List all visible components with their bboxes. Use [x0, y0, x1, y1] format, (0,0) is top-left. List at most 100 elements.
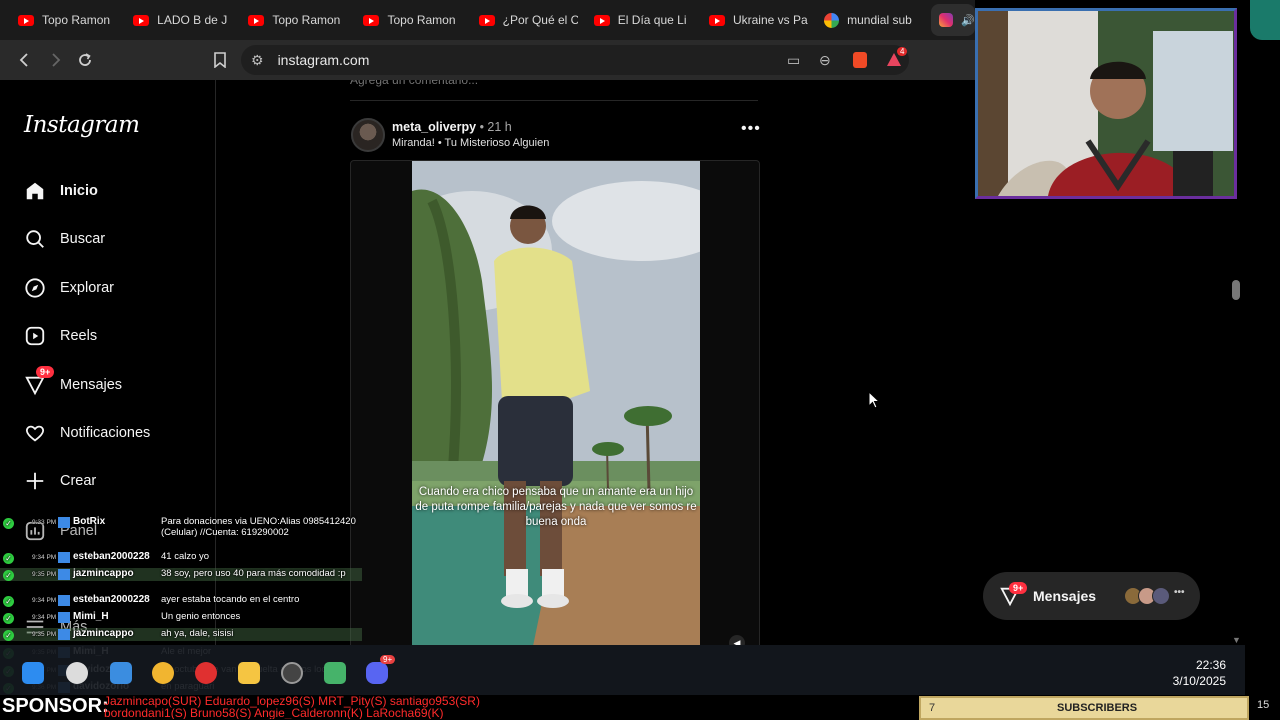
- post-username-line: meta_oliverpy • 21 h: [392, 120, 512, 134]
- chat-username: Mimi_H: [73, 611, 109, 622]
- youtube-icon: [708, 14, 725, 26]
- rewards-badge: 4: [897, 47, 908, 56]
- nav-item-inicio[interactable]: Inicio: [24, 177, 98, 205]
- start-icon[interactable]: [22, 662, 44, 684]
- chat-username: esteban2000228: [73, 594, 150, 605]
- check-icon: ✓: [3, 570, 14, 581]
- reel-video[interactable]: Cuando era chico pensaba que un amante e…: [412, 161, 700, 645]
- tab-strip: Topo Ramon LADO B de J Topo Ramon Topo R…: [0, 0, 976, 40]
- chat-message: ✓ 9:35 PM jazmincappo 38 soy, pero uso 40 p…: [0, 568, 362, 581]
- browser-tab-active[interactable]: 🔊: [931, 4, 976, 36]
- check-icon: ✓: [3, 613, 14, 624]
- messages-badge: 9+: [36, 366, 55, 378]
- chat-message: ✓ 9:34 PM esteban2000228 41 calzo yo: [0, 551, 362, 564]
- more-options-icon[interactable]: •••: [741, 120, 761, 138]
- nav-item-crear[interactable]: Crear: [24, 467, 96, 495]
- browser-tab[interactable]: El Día que Li: [586, 4, 701, 36]
- system-clock[interactable]: 22:36 3/10/2025: [1150, 657, 1226, 689]
- tab-title: mundial sub: [847, 13, 912, 27]
- chat-text: ah ya, dale, sisisi: [161, 628, 234, 639]
- arrow-right-icon: [52, 53, 61, 67]
- chat-time: 9:33 PM: [32, 519, 57, 526]
- browser-tab[interactable]: mundial sub: [816, 4, 931, 36]
- tab-title: LADO B de J: [157, 13, 228, 27]
- browser-tab[interactable]: Ukraine vs Pa: [701, 4, 816, 36]
- nav-item-reels[interactable]: Reels: [24, 322, 97, 350]
- back-button[interactable]: [10, 45, 40, 75]
- instagram-logo[interactable]: Instagram: [24, 112, 140, 138]
- brand-logo: [1250, 0, 1280, 40]
- user-badge-icon: [58, 612, 70, 623]
- app-icon[interactable]: [195, 662, 217, 684]
- chat-username: jazmincappo: [73, 568, 134, 579]
- browser-tab[interactable]: Topo Ramon: [355, 4, 470, 36]
- url-text[interactable]: instagram.com: [278, 52, 370, 68]
- chat-message: ✓ 9:34 PM esteban2000228 ayer estaba tocand…: [0, 594, 362, 607]
- nav-item-mensajes[interactable]: 9+ Mensajes: [24, 366, 123, 399]
- post-audio[interactable]: Miranda! • Tu Misterioso Alguien: [392, 137, 549, 149]
- tab-title: Topo Ramon: [42, 13, 111, 27]
- mute-icon[interactable]: ◀: [729, 635, 745, 645]
- nav-item-notificaciones[interactable]: Notificaciones: [24, 419, 150, 447]
- tab-title: Ukraine vs Pa: [732, 13, 808, 27]
- nav-label: Inicio: [60, 183, 98, 199]
- zoom-icon[interactable]: ⊖: [819, 52, 831, 69]
- post-avatar[interactable]: [351, 118, 385, 152]
- post-media[interactable]: Cuando era chico pensaba que un amante e…: [350, 160, 760, 645]
- scroll-down-icon[interactable]: ▼: [1232, 635, 1241, 645]
- tab-title: El Día que Li: [617, 13, 687, 27]
- nav-label: Notificaciones: [60, 425, 151, 441]
- browser-tab[interactable]: Topo Ramon: [240, 4, 355, 36]
- messages-pill-label: Mensajes: [1033, 588, 1097, 604]
- home-icon: [26, 182, 44, 200]
- reload-button[interactable]: [70, 45, 100, 75]
- widgets-icon[interactable]: [110, 662, 132, 684]
- address-bar[interactable]: ⚙ instagram.com ▭ ⊖ 4: [241, 45, 909, 75]
- sponsor-bar: SPONSOR: Jazmincapo(SUR) Eduardo_lopez96…: [0, 695, 1280, 720]
- nav-item-explorar[interactable]: Explorar: [24, 274, 114, 302]
- plus-icon: [26, 472, 44, 490]
- post-feed: Agrega un comentario... meta_oliverpy • …: [350, 80, 760, 645]
- chat-time: 9:34 PM: [32, 597, 57, 604]
- check-icon: ✓: [3, 518, 14, 529]
- arrow-left-icon: [19, 53, 28, 67]
- messages-floating-button[interactable]: 9+ Mensajes •••: [983, 572, 1200, 620]
- messages-pill-badge: 9+: [1009, 582, 1028, 594]
- search-icon[interactable]: [66, 662, 88, 684]
- site-settings-icon[interactable]: ⚙: [251, 52, 264, 69]
- browser-tab[interactable]: LADO B de J: [125, 4, 240, 36]
- page-scrollbar[interactable]: [1232, 280, 1240, 300]
- post-username[interactable]: meta_oliverpy: [392, 120, 476, 134]
- browser-tab[interactable]: ¿Por Qué el C: [471, 4, 586, 36]
- tab-title: ¿Por Qué el C: [502, 13, 578, 27]
- obs-icon[interactable]: [281, 662, 303, 684]
- check-icon: ✓: [3, 553, 14, 564]
- speaker-icon[interactable]: 🔊: [961, 14, 975, 27]
- chat-text: ayer estaba tocando en el centro: [161, 594, 300, 605]
- nav-label: Mensajes: [60, 377, 123, 393]
- forward-button[interactable]: [40, 45, 70, 75]
- app-icon[interactable]: [324, 662, 346, 684]
- discord-icon[interactable]: [366, 662, 388, 684]
- youtube-icon: [593, 14, 610, 26]
- clock-date: 3/10/2025: [1172, 674, 1226, 688]
- folder-icon[interactable]: [238, 662, 260, 684]
- nav-item-buscar[interactable]: Buscar: [24, 225, 105, 253]
- nav-label: Explorar: [60, 280, 114, 296]
- clock-time: 22:36: [1195, 658, 1226, 672]
- bookmark-button[interactable]: [205, 45, 235, 75]
- subscriber-goal: 15: [1257, 699, 1270, 711]
- tab-title: Topo Ramon: [272, 13, 341, 27]
- chat-username: BotRix: [73, 516, 106, 527]
- app-icon[interactable]: [152, 662, 174, 684]
- cast-icon[interactable]: ▭: [787, 52, 800, 69]
- browser-tab[interactable]: Topo Ramon: [10, 4, 125, 36]
- youtube-icon: [18, 14, 34, 26]
- comment-input[interactable]: Agrega un comentario...: [350, 80, 758, 101]
- heart-icon: [25, 425, 45, 442]
- video-caption: Cuando era chico pensaba que un amante e…: [415, 486, 697, 528]
- webcam-overlay: [975, 8, 1237, 199]
- windows-taskbar: 9+ 22:36 3/10/2025: [0, 645, 1245, 695]
- reload-icon: [79, 53, 91, 66]
- brave-shield-icon[interactable]: [853, 52, 867, 68]
